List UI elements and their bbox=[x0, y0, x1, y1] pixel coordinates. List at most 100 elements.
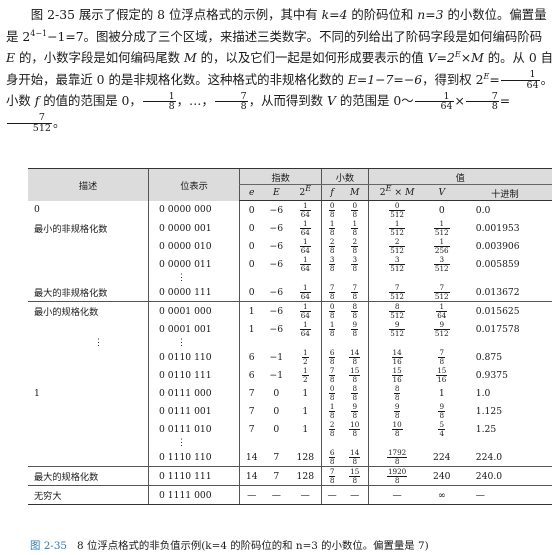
row-p-value: — bbox=[367, 485, 426, 505]
fraction: 1 64 bbox=[299, 255, 311, 273]
row-M-value: 98 bbox=[342, 320, 368, 338]
col-decimal-header: 十进制 bbox=[457, 184, 552, 201]
table-row: 0 0111 010 7 0 1 2 8 10 8 10 8 5 4 1.25 bbox=[28, 420, 552, 438]
row-f-value: 38 bbox=[321, 255, 342, 273]
row-decimal: 240.0 bbox=[457, 466, 552, 486]
row-f-value: 18 bbox=[321, 320, 342, 338]
row-e-value: 0 bbox=[239, 283, 264, 302]
col-f-header: f bbox=[321, 184, 342, 201]
exponent-group-header: 指数 bbox=[238, 168, 322, 185]
col-desc-header: 描述 bbox=[28, 168, 149, 201]
ellipsis bbox=[458, 338, 552, 348]
row-f-value: 28 bbox=[321, 420, 342, 438]
row-V-value: 98 bbox=[426, 402, 458, 420]
fraction: 1 64 bbox=[299, 283, 311, 301]
row-w-value: 12 bbox=[289, 348, 322, 366]
fraction: 98 bbox=[393, 402, 401, 420]
row-E-value: 0 bbox=[273, 405, 280, 417]
fraction: 14 8 bbox=[349, 348, 361, 366]
row-bit-pattern: 0 0000 011 bbox=[148, 255, 240, 273]
fraction: 7 512 bbox=[389, 283, 405, 301]
fraction: 78 bbox=[214, 91, 248, 112]
fraction: 1 64 bbox=[299, 320, 311, 338]
fraction: 98 bbox=[438, 402, 446, 420]
row-M-value: 98 bbox=[342, 402, 368, 420]
row-bit-pattern: 0 0001 001 bbox=[148, 320, 240, 338]
row-M-value: — bbox=[341, 485, 368, 505]
row-bit-pattern: 0 1111 000 bbox=[148, 485, 240, 505]
row-e-value: 7 bbox=[239, 402, 264, 420]
row-decimal: 0.875 bbox=[475, 351, 503, 363]
row-w-value: 1 64 bbox=[289, 283, 322, 302]
row-description bbox=[28, 348, 149, 366]
fraction: 3 512 bbox=[433, 255, 450, 273]
ellipsis: ⋮ bbox=[148, 273, 240, 283]
row-w-value: 1 64 bbox=[289, 301, 322, 320]
row-p-value: 1792 8 bbox=[367, 448, 426, 467]
row-bit-pattern: 0 0111 000 bbox=[148, 384, 240, 402]
fraction: 08 bbox=[328, 302, 336, 320]
row-V-value: 54 bbox=[426, 420, 458, 438]
row-e-value: 0 bbox=[239, 255, 264, 273]
col-E-header: E bbox=[263, 184, 290, 201]
table-row: 0 0111 001 7 0 1 1 8 9 8 9 8 9 8 1.125 bbox=[28, 402, 552, 420]
ellipsis bbox=[342, 438, 368, 448]
fraction: 1920 8 bbox=[386, 467, 408, 485]
row-p-value: 2 512 bbox=[367, 237, 426, 255]
float-format-table: 描述 位表示 指数 小数 值 e E 2E f M 2E × M V 十进制 0… bbox=[28, 168, 552, 505]
row-V-value: 0 bbox=[438, 204, 445, 216]
ellipsis bbox=[458, 273, 552, 283]
row-description bbox=[28, 255, 149, 273]
row-V-value: 15 16 bbox=[426, 366, 458, 384]
fraction: 28 bbox=[328, 237, 336, 255]
fraction: 78 bbox=[438, 348, 446, 366]
row-f-value: 68 bbox=[321, 348, 342, 366]
row-f-value: 28 bbox=[321, 237, 342, 255]
row-M-value: 14 8 bbox=[342, 448, 368, 467]
row-bit-pattern: 0 1110 111 bbox=[148, 466, 240, 486]
row-M-value: 14 8 bbox=[342, 348, 368, 366]
row-f-value: 78 bbox=[321, 466, 342, 486]
row-V-value: 3 512 bbox=[426, 255, 458, 273]
table-row: 0 1110 110 14 7 128 6 8 14 8 1792 8 224 224.0 bbox=[28, 448, 552, 467]
row-M-value: 15 8 bbox=[341, 466, 368, 486]
caption-number: 图 2-35 bbox=[30, 540, 68, 552]
row-w-value: 128 bbox=[289, 466, 322, 486]
fraction: 88 bbox=[393, 384, 401, 402]
row-E-value: −1 bbox=[269, 351, 284, 363]
row-V-value: 7 512 bbox=[426, 283, 458, 302]
row-e-value: 0 bbox=[239, 219, 264, 237]
row-V-value: 1 bbox=[438, 387, 445, 399]
row-f-value: 18 bbox=[321, 219, 342, 237]
fraction: 18 bbox=[142, 91, 176, 112]
row-f-value: 08 bbox=[321, 384, 342, 402]
fraction: 7 512 bbox=[7, 113, 52, 133]
row-description bbox=[28, 402, 149, 420]
row-M-value: 38 bbox=[342, 255, 368, 273]
row-f-value: 78 bbox=[321, 366, 342, 384]
row-E-value: 0 bbox=[273, 423, 280, 435]
fraction: 12 bbox=[301, 348, 309, 366]
row-bit-pattern: 0 0000 000 bbox=[148, 200, 240, 219]
row-p-value: 1920 8 bbox=[367, 466, 426, 486]
row-p-value: 1 512 bbox=[367, 219, 426, 237]
table-row: 最大的规格化数 0 1110 111 14 7 128 7 8 15 8 1920 8 240 240.… bbox=[28, 466, 552, 486]
row-w-value: 128 bbox=[296, 451, 315, 463]
fraction: 9 512 bbox=[433, 320, 450, 338]
row-V-value: 1 256 bbox=[426, 237, 458, 255]
row-decimal: — bbox=[457, 485, 552, 505]
ellipsis bbox=[263, 273, 289, 283]
fraction: 1 64 bbox=[414, 91, 454, 112]
row-e-value: 0 bbox=[239, 200, 264, 219]
ellipsis bbox=[342, 273, 368, 283]
row-description bbox=[28, 420, 149, 438]
ellipsis bbox=[342, 338, 368, 348]
row-decimal: 0.001953 bbox=[475, 222, 520, 234]
ellipsis-row: ⋮ ⋮ bbox=[28, 338, 552, 348]
ellipsis: ⋮ bbox=[148, 338, 240, 348]
row-w-value: — bbox=[289, 485, 322, 505]
row-description bbox=[28, 448, 149, 467]
row-bit-pattern: 0 0111 001 bbox=[148, 402, 240, 420]
fraction: 1 64 bbox=[299, 237, 311, 255]
row-bit-pattern: 0 0001 000 bbox=[148, 301, 240, 320]
